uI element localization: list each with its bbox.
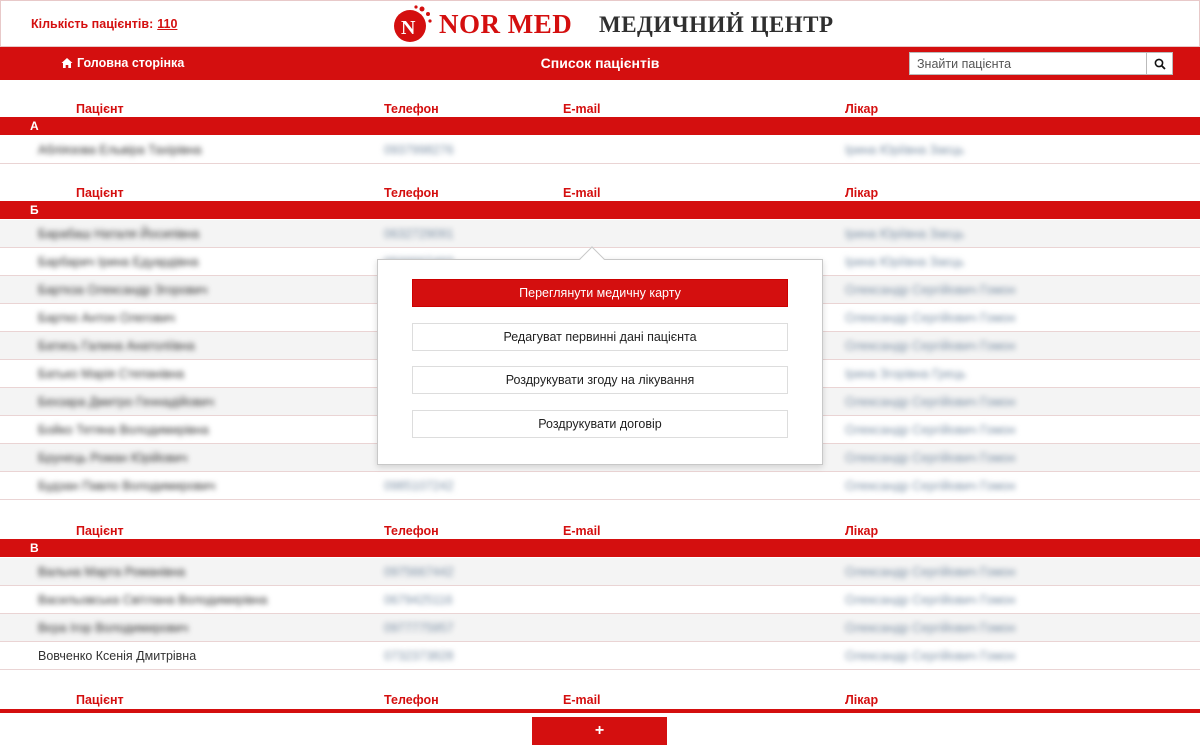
patient-doctor: Олександр Сергійович Гомон (845, 423, 1016, 437)
patient-doctor: Олександр Сергійович Гомон (845, 283, 1016, 297)
patient-phone: 0679425116 (384, 593, 453, 607)
patient-doctor: Олександр Сергійович Гомон (845, 339, 1016, 353)
search-box (909, 52, 1173, 75)
patient-doctor: Ірина Юріївна Заєць (845, 255, 965, 269)
patient-name: Вовченко Ксенія Дмитрівна (38, 649, 197, 663)
letter-label: В (30, 541, 39, 555)
col-patient: Пацієнт (76, 693, 124, 707)
logo-text: NOR MED (439, 8, 573, 39)
patient-count-link[interactable]: 110 (157, 17, 177, 31)
home-link-label: Головна сторінка (77, 56, 185, 70)
print-contract-button[interactable]: Роздрукувати договір (412, 410, 788, 438)
patient-phone: 0937998276 (384, 143, 454, 157)
patient-name: Брунець Роман Юрійович (38, 451, 188, 465)
column-header: Пацієнт Телефон E-mail Лікар (0, 89, 1200, 117)
search-input[interactable] (909, 52, 1147, 75)
print-consent-button[interactable]: Роздрукувати згоду на лікування (412, 366, 788, 394)
patient-phone: 0632729091 (384, 227, 454, 241)
patient-doctor: Олександр Сергійович Гомон (845, 565, 1016, 579)
patient-count-label: Кількість пацієнтів: (31, 17, 154, 31)
col-doctor: Лікар (845, 693, 879, 707)
patient-doctor: Олександр Сергійович Гомон (845, 593, 1016, 607)
patient-phone: 0977775957 (384, 621, 454, 635)
col-doctor: Лікар (845, 102, 879, 116)
col-doctor: Лікар (845, 524, 879, 538)
col-email: E-mail (563, 693, 601, 707)
letter-label: Б (30, 203, 39, 217)
patient-doctor: Олександр Сергійович Гомон (845, 479, 1016, 493)
patient-name: Васильовська Світлана Володимирівна (38, 593, 268, 607)
table-row[interactable]: Вєра Ігор Володимирович 0977775957 Олекс… (0, 614, 1200, 642)
add-patient-button[interactable]: + (532, 717, 667, 745)
patient-name: Бехзара Дмитро Геннадійович (38, 395, 214, 409)
search-button[interactable] (1147, 52, 1173, 75)
letter-bar: Б (0, 201, 1200, 219)
table-row[interactable]: Васильовська Світлана Володимирівна 0679… (0, 586, 1200, 614)
column-header: Пацієнт Телефон E-mail Лікар (0, 680, 1200, 708)
letter-label: А (30, 119, 39, 133)
home-icon (61, 58, 73, 68)
view-medical-card-button[interactable]: Переглянути медичну карту (412, 279, 788, 307)
patient-phone: 0732373828 (384, 649, 454, 663)
patient-name: Барабаш Наталя Йосипівна (38, 227, 200, 241)
patient-name: Батись Галина Анатоліївна (38, 339, 195, 353)
logo-mark-icon: N (392, 4, 432, 44)
patient-name: Будзан Павло Володимирович (38, 479, 216, 493)
patient-doctor: Олександр Сергійович Гомон (845, 395, 1016, 409)
top-header: Кількість пацієнтів: 110 N NOR MED МЕДИЧН… (0, 0, 1200, 47)
patient-doctor: Ірина Юріївна Заєць (845, 143, 965, 157)
patient-name: Барбарич Ірина Едуардівна (38, 255, 199, 269)
table-row[interactable]: Вальна Марта Романівна 0975667442 Олекса… (0, 558, 1200, 586)
svg-text:N: N (401, 17, 416, 39)
col-patient: Пацієнт (76, 102, 124, 116)
app: Кількість пацієнтів: 110 N NOR MED МЕДИЧН… (0, 0, 1200, 750)
col-patient: Пацієнт (76, 524, 124, 538)
col-email: E-mail (563, 524, 601, 538)
table-row[interactable]: Будзан Павло Володимирович 0985107242 Ол… (0, 472, 1200, 500)
logo[interactable]: N NOR MED (392, 4, 572, 44)
patient-name: Вєра Ігор Володимирович (38, 621, 189, 635)
letter-bar: А (0, 117, 1200, 135)
patient-doctor: Олександр Сергійович Гомон (845, 311, 1016, 325)
patient-actions-popup: Переглянути медичну карту Редагуват перв… (377, 259, 823, 465)
table-row[interactable]: Вовченко Ксенія Дмитрівна 0732373828 Оле… (0, 642, 1200, 670)
patient-doctor: Олександр Сергійович Гомон (845, 649, 1016, 663)
letter-bar: В (0, 539, 1200, 557)
col-email: E-mail (563, 102, 601, 116)
col-phone: Телефон (384, 524, 439, 538)
search-icon (1154, 58, 1166, 70)
center-title: МЕДИЧНИЙ ЦЕНТР (599, 12, 834, 37)
col-doctor: Лікар (845, 186, 879, 200)
patient-name: Бартко Антон Олегович (38, 311, 175, 325)
table-row[interactable]: Барабаш Наталя Йосипівна 0632729091 Ірин… (0, 220, 1200, 248)
col-phone: Телефон (384, 186, 439, 200)
patient-doctor: Ірина Згорівна Грець (845, 367, 966, 381)
home-link[interactable]: Головна сторінка (61, 56, 184, 70)
nav-bar: Головна сторінка Список пацієнтів (0, 47, 1200, 80)
column-header: Пацієнт Телефон E-mail Лікар (0, 173, 1200, 201)
col-phone: Телефон (384, 102, 439, 116)
patient-doctor: Олександр Сергійович Гомон (845, 451, 1016, 465)
patient-count: Кількість пацієнтів: 110 (31, 17, 177, 31)
table-row[interactable]: Абліязова Ельвіра Тахірівна 0937998276 І… (0, 136, 1200, 164)
patient-name: Абліязова Ельвіра Тахірівна (38, 143, 202, 157)
col-patient: Пацієнт (76, 186, 124, 200)
patient-name: Батько Марія Степанівна (38, 367, 185, 381)
col-email: E-mail (563, 186, 601, 200)
patient-name: Вальна Марта Романівна (38, 565, 186, 579)
patient-name: Барткза Олександр Згорович (38, 283, 208, 297)
patient-doctor: Ірина Юріївна Заєць (845, 227, 965, 241)
edit-patient-button[interactable]: Редагуват первинні дані пацієнта (412, 323, 788, 351)
patient-phone: 0975667442 (384, 565, 454, 579)
column-header: Пацієнт Телефон E-mail Лікар (0, 511, 1200, 539)
col-phone: Телефон (384, 693, 439, 707)
patient-doctor: Олександр Сергійович Гомон (845, 621, 1016, 635)
bottom-bar (0, 709, 1200, 713)
patient-phone: 0985107242 (384, 479, 454, 493)
patient-name: Бойко Тетяна Володимирівна (38, 423, 209, 437)
